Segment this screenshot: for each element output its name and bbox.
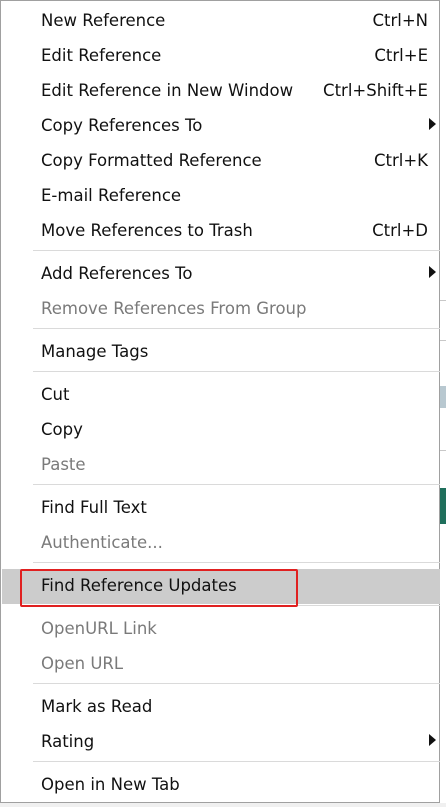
menu-item-label: Copy Formatted Reference — [41, 151, 262, 170]
menu-item-cut[interactable]: Cut — [2, 378, 440, 413]
menu-item-label: E-mail Reference — [41, 186, 182, 205]
menu-item-label: Mark as Read — [41, 697, 153, 716]
menu-item-new-reference[interactable]: New Reference Ctrl+N — [2, 4, 440, 39]
background-divider — [440, 450, 446, 451]
menu-item-label: Find Reference Updates — [41, 576, 237, 595]
submenu-arrow-icon — [429, 118, 436, 130]
menu-item-label: Copy References To — [41, 116, 203, 135]
menu-separator — [33, 328, 440, 329]
menu-item-edit-reference[interactable]: Edit Reference Ctrl+E — [2, 39, 440, 74]
menu-separator — [33, 605, 440, 606]
menu-item-email-reference[interactable]: E-mail Reference — [2, 179, 440, 214]
menu-item-label: Edit Reference in New Window — [41, 81, 294, 100]
menu-separator — [33, 562, 440, 563]
menu-item-label: New Reference — [41, 11, 166, 30]
menu-separator — [33, 683, 440, 684]
menu-item-mark-as-read[interactable]: Mark as Read — [2, 690, 440, 725]
menu-item-paste[interactable]: Paste — [2, 448, 440, 483]
menu-item-add-references-to[interactable]: Add References To — [2, 257, 440, 292]
context-menu: New Reference Ctrl+N Edit Reference Ctrl… — [0, 0, 440, 803]
menu-item-label: Authenticate... — [41, 533, 163, 552]
menu-item-label: Open in New Tab — [41, 775, 180, 794]
menu-item-label: Manage Tags — [41, 342, 149, 361]
menu-separator — [33, 371, 440, 372]
menu-item-openurl-link[interactable]: OpenURL Link — [2, 612, 440, 647]
menu-item-label: Open URL — [41, 654, 124, 673]
menu-separator — [33, 484, 440, 485]
menu-item-open-url[interactable]: Open URL — [2, 647, 440, 682]
submenu-arrow-icon — [429, 266, 436, 278]
menu-separator — [33, 761, 440, 762]
menu-item-shortcut: Ctrl+E — [374, 46, 428, 65]
menu-item-shortcut: Ctrl+Shift+E — [323, 81, 428, 100]
background-divider — [440, 340, 446, 341]
menu-item-edit-reference-new-window[interactable]: Edit Reference in New Window Ctrl+Shift+… — [2, 74, 440, 109]
background-divider — [440, 300, 446, 301]
menu-shadow — [0, 803, 446, 807]
menu-item-copy-references-to[interactable]: Copy References To — [2, 109, 440, 144]
menu-item-label: Remove References From Group — [41, 299, 307, 318]
menu-item-shortcut: Ctrl+N — [372, 11, 428, 30]
menu-item-authenticate[interactable]: Authenticate... — [2, 526, 440, 561]
background-fragment — [440, 488, 446, 524]
menu-separator — [33, 250, 440, 251]
menu-item-open-in-new-tab[interactable]: Open in New Tab — [2, 768, 440, 803]
menu-item-find-full-text[interactable]: Find Full Text — [2, 491, 440, 526]
menu-item-label: Move References to Trash — [41, 221, 253, 240]
menu-item-shortcut: Ctrl+D — [372, 221, 428, 240]
background-fragment — [440, 386, 446, 408]
menu-item-label: Add References To — [41, 264, 193, 283]
menu-item-move-to-trash[interactable]: Move References to Trash Ctrl+D — [2, 214, 440, 249]
menu-item-rating[interactable]: Rating — [2, 725, 440, 760]
menu-item-manage-tags[interactable]: Manage Tags — [2, 335, 440, 370]
menu-item-label: Paste — [41, 455, 86, 474]
menu-item-label: Rating — [41, 732, 95, 751]
menu-item-label: Cut — [41, 385, 70, 404]
menu-item-remove-from-group[interactable]: Remove References From Group — [2, 292, 440, 327]
menu-item-label: Find Full Text — [41, 498, 147, 517]
menu-item-label: Copy — [41, 420, 83, 439]
menu-item-copy[interactable]: Copy — [2, 413, 440, 448]
menu-item-copy-formatted-reference[interactable]: Copy Formatted Reference Ctrl+K — [2, 144, 440, 179]
menu-item-find-reference-updates[interactable]: Find Reference Updates — [2, 569, 440, 604]
menu-item-label: OpenURL Link — [41, 619, 157, 638]
menu-item-shortcut: Ctrl+K — [373, 151, 428, 170]
menu-item-label: Edit Reference — [41, 46, 162, 65]
submenu-arrow-icon — [429, 734, 436, 746]
